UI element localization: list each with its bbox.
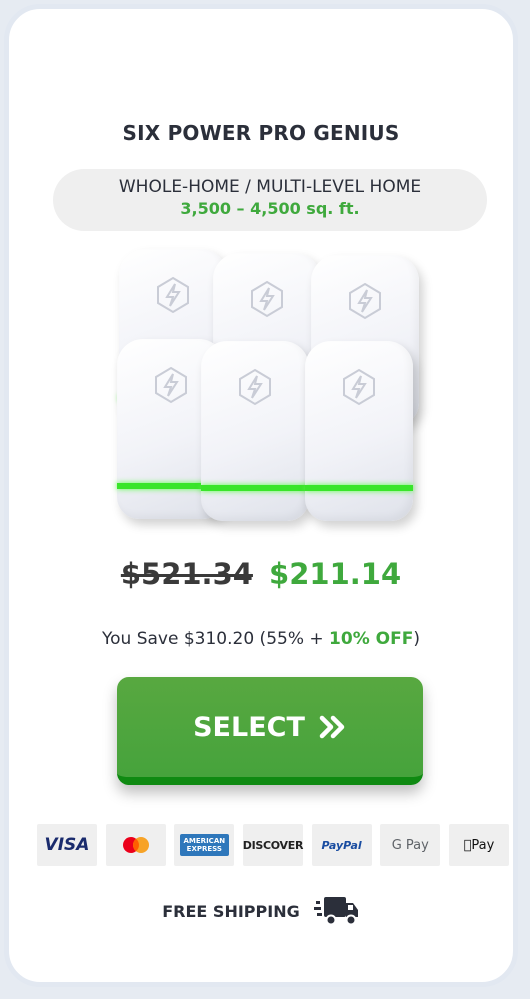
free-shipping: FREE SHIPPING	[9, 893, 513, 929]
discover-label: DISCOVER	[242, 838, 304, 852]
mastercard-icon	[122, 837, 149, 853]
double-chevron-right-icon	[319, 715, 345, 739]
original-price: $521.34	[120, 557, 253, 591]
discover-logo: DISCOVER	[243, 824, 303, 866]
product-title: SIX POWER PRO GENIUS	[122, 121, 400, 145]
payment-methods: VISA AMERICAN EXPRESS DISCOVER PayPal G …	[37, 824, 509, 866]
visa-label: VISA	[44, 835, 90, 855]
device-unit	[201, 341, 309, 521]
amex-logo: AMERICAN EXPRESS	[174, 824, 235, 866]
product-card: SIX POWER PRO GENIUS WHOLE-HOME / MULTI-…	[4, 4, 518, 987]
select-button[interactable]: SELECT	[117, 677, 423, 785]
savings-text: You Save $310.20 (55% + 10% OFF)	[9, 629, 513, 649]
select-button-label: SELECT	[193, 711, 305, 743]
amex-line1: AMERICAN	[183, 837, 226, 845]
coverage-pill: WHOLE-HOME / MULTI-LEVEL HOME 3,500 – 4,…	[53, 169, 487, 231]
savings-suffix: )	[413, 629, 420, 649]
led-strip	[305, 485, 413, 491]
gpay-label: G Pay	[391, 837, 429, 853]
savings-prefix: You Save $310.20 (55% +	[102, 629, 330, 649]
price-row: $521.34 $211.14	[9, 557, 513, 591]
led-strip	[201, 485, 309, 491]
device-logo-icon	[251, 280, 283, 318]
paypal-label: PayPal	[321, 838, 362, 852]
device-logo-icon	[157, 276, 189, 314]
visa-logo: VISA	[37, 824, 97, 866]
paypal-logo: PayPal	[311, 824, 372, 866]
device-logo-icon	[343, 368, 375, 406]
sale-price: $211.14	[269, 557, 402, 591]
coverage-area: 3,500 – 4,500 sq. ft.	[180, 199, 360, 218]
device-logo-icon	[349, 282, 381, 320]
device-logo-icon	[239, 368, 271, 406]
amex-line2: EXPRESS	[186, 845, 222, 853]
free-shipping-label: FREE SHIPPING	[162, 901, 300, 921]
device-logo-icon	[155, 366, 187, 404]
coverage-label: WHOLE-HOME / MULTI-LEVEL HOME	[118, 177, 422, 197]
savings-off: 10% OFF	[329, 629, 414, 649]
google-pay-logo: G Pay	[380, 824, 441, 866]
product-image	[109, 249, 439, 539]
apple-pay-logo: Pay	[448, 824, 509, 866]
device-unit	[305, 341, 413, 521]
mastercard-logo	[105, 824, 166, 866]
applepay-label: Pay	[464, 837, 495, 853]
truck-icon	[313, 897, 358, 926]
